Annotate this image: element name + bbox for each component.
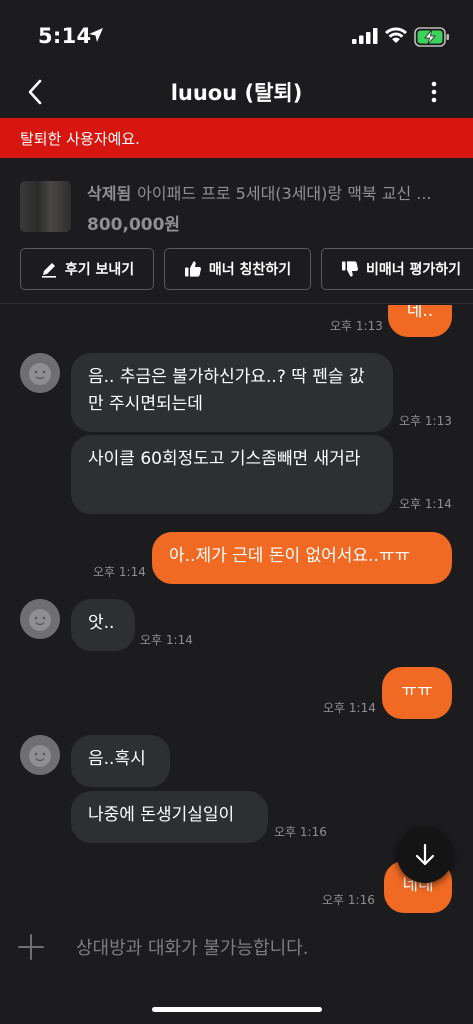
message-time: 오후 1:14 [323, 701, 376, 715]
manner-praise-button[interactable]: 매너 칭찬하기 [164, 248, 311, 290]
message-time: 오후 1:14 [140, 633, 193, 647]
outgoing-message[interactable]: 아..제가 근데 돈이 없어서요..ㅠㅠ [152, 532, 452, 584]
message-time: 오후 1:13 [399, 414, 452, 428]
message-text: ㅠㅠ [401, 681, 433, 701]
product-price: 800,000원 [87, 215, 181, 235]
send-review-button[interactable]: 후기 보내기 [20, 248, 154, 290]
message-time: 오후 1:14 [93, 565, 146, 579]
banner-text: 탈퇴한 사용자예요. [20, 130, 140, 148]
nav-bar: luuou (탈퇴) [0, 66, 473, 118]
home-indicator[interactable] [152, 1007, 322, 1012]
send-review-label: 후기 보내기 [64, 262, 135, 278]
message-time: 오후 1:16 [322, 893, 375, 907]
incoming-message[interactable]: 앗.. [71, 599, 135, 651]
signal-icon [352, 28, 378, 44]
message-input: 상대방과 대화가 불가능합니다. [76, 938, 309, 959]
product-status: 삭제됨 [87, 184, 132, 203]
message-text: 아..제가 근데 돈이 없어서요..ㅠㅠ [169, 546, 411, 566]
status-bar: 5:14 [0, 0, 473, 64]
bad-manner-report-label: 비매너 평가하기 [365, 262, 462, 278]
product-card[interactable]: 삭제됨 아이패드 프로 5세대(3세대)랑 맥북 교신 ... 800,000원 … [0, 158, 473, 304]
message-text: 사이클 60회정도고 기스좀빼면 새거라 [88, 449, 361, 469]
outgoing-message[interactable]: ㅠㅠ [382, 667, 452, 719]
message-text: 나중에 돈생기실일이 [88, 805, 235, 825]
avatar-face-icon [20, 599, 60, 639]
wifi-icon [385, 27, 407, 43]
avatar[interactable] [20, 353, 60, 393]
message-text: 음.. 추금은 불가하신가요..? 딱 펜슬 값만 주시면되는데 [88, 367, 365, 414]
pencil-icon [41, 263, 56, 278]
product-name: 아이패드 프로 5세대(3세대)랑 맥북 교신 ... [137, 184, 432, 203]
more-vertical-icon[interactable] [424, 78, 444, 106]
product-thumbnail[interactable] [20, 181, 71, 232]
plus-icon[interactable] [18, 934, 44, 960]
incoming-message[interactable]: 음.. 추금은 불가하신가요..? 딱 펜슬 값만 주시면되는데 [71, 353, 393, 432]
avatar-face-icon [20, 353, 60, 393]
thumbs-up-icon [184, 261, 201, 277]
chat-message-list[interactable]: 네.. 오후 1:13 음.. 추금은 불가하신가요..? 딱 펜슬 값만 주시… [0, 305, 473, 915]
avatar[interactable] [20, 735, 60, 775]
message-text: 앗.. [88, 613, 115, 633]
bad-manner-report-button[interactable]: 비매너 평가하기 [321, 248, 473, 290]
manner-praise-label: 매너 칭찬하기 [208, 262, 292, 278]
outgoing-message[interactable]: 네.. [388, 305, 452, 337]
arrow-down-icon [415, 843, 435, 866]
battery-charging-icon [414, 27, 449, 47]
withdrawn-user-banner: 탈퇴한 사용자예요. [0, 118, 473, 158]
thumbs-down-icon [341, 261, 358, 277]
avatar-face-icon [20, 735, 60, 775]
page-title: luuou (탈퇴) [170, 81, 303, 105]
message-text: 음..혹시 [88, 749, 146, 769]
message-time: 오후 1:13 [330, 319, 383, 333]
message-time: 오후 1:16 [274, 825, 327, 839]
message-text: 네.. [406, 305, 434, 321]
incoming-message[interactable]: 사이클 60회정도고 기스좀빼면 새거라 [71, 435, 393, 514]
incoming-message[interactable]: 나중에 돈생기실일이 [71, 791, 268, 843]
product-title-line: 삭제됨 아이패드 프로 5세대(3세대)랑 맥북 교신 ... [87, 180, 463, 204]
message-time: 오후 1:14 [399, 497, 452, 511]
scroll-to-bottom-button[interactable] [397, 827, 453, 883]
avatar[interactable] [20, 599, 60, 639]
message-input-bar: 상대방과 대화가 불가능합니다. [0, 915, 473, 1024]
location-arrow-icon [89, 28, 103, 42]
status-time: 5:14 [38, 24, 92, 48]
incoming-message[interactable]: 음..혹시 [71, 735, 170, 787]
